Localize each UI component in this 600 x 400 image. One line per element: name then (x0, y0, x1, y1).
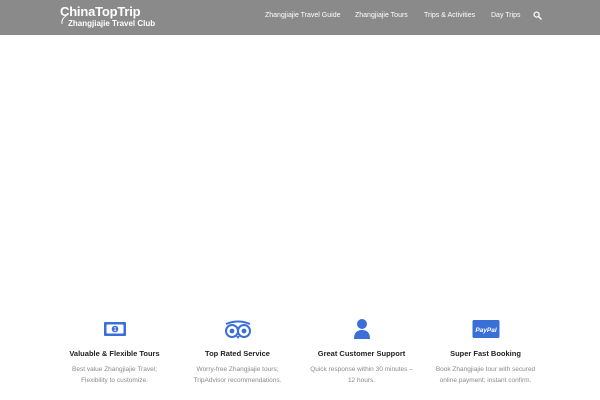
tripadvisor-owl-icon (224, 320, 251, 339)
feature-valuable-flexible: 1 Valuable & Flexible Tours Best value Z… (52, 318, 177, 386)
feature-desc-line: Flexibility to customize. (81, 377, 148, 384)
feature-title: Valuable & Flexible Tours (69, 349, 160, 358)
nav-day-trips[interactable]: Day Trips (491, 12, 521, 19)
paypal-icon: PayPal (472, 320, 499, 338)
paypal-icon-text: PayPal (475, 327, 497, 334)
feature-customer-support: Great Customer Support Quick response wi… (299, 318, 424, 386)
search-icon[interactable] (533, 11, 542, 20)
user-icon (353, 319, 370, 339)
logo-subtitle: Zhangjiajie Travel Club (68, 19, 156, 28)
site-header: ChinaTopTrip Zhangjiajie Travel Club Zha… (0, 0, 600, 35)
svg-text:1: 1 (113, 327, 116, 333)
feature-title: Great Customer Support (317, 349, 406, 358)
feature-desc-line: Quick response within 30 minutes – (310, 366, 413, 373)
feature-desc-line: 12 hours. (347, 377, 376, 384)
feature-desc-line: Book Zhangjiajie tour with secured (435, 366, 536, 373)
feature-desc-line: online payment; instant confirm. (439, 377, 532, 384)
feature-top-rated: Top Rated Service Worry-free Zhangjiajie… (175, 318, 300, 386)
feature-title: Super Fast Booking (450, 349, 521, 358)
nav-trips-activities[interactable]: Trips & Activities (424, 12, 475, 19)
site-logo[interactable]: ChinaTopTrip Zhangjiajie Travel Club (60, 4, 180, 30)
page: ChinaTopTrip Zhangjiajie Travel Club Zha… (0, 0, 600, 400)
nav-zhangjiajie-tours[interactable]: Zhangjiajie Tours (355, 12, 408, 19)
nav-zhangjiajie-travel-guide[interactable]: Zhangjiajie Travel Guide (265, 12, 341, 19)
logo-title: ChinaTopTrip (60, 4, 141, 19)
feature-fast-booking: PayPal Super Fast Booking Book Zhangjiaj… (423, 318, 548, 386)
feature-title: Top Rated Service (205, 349, 270, 358)
money-bill-icon: 1 (103, 322, 126, 336)
feature-desc-line: TripAdvisor recommendations. (193, 377, 282, 384)
feature-desc-line: Worry-free Zhangjiajie tours; (196, 366, 279, 373)
feature-desc-line: Best value Zhangjiajie Travel; (72, 366, 157, 373)
